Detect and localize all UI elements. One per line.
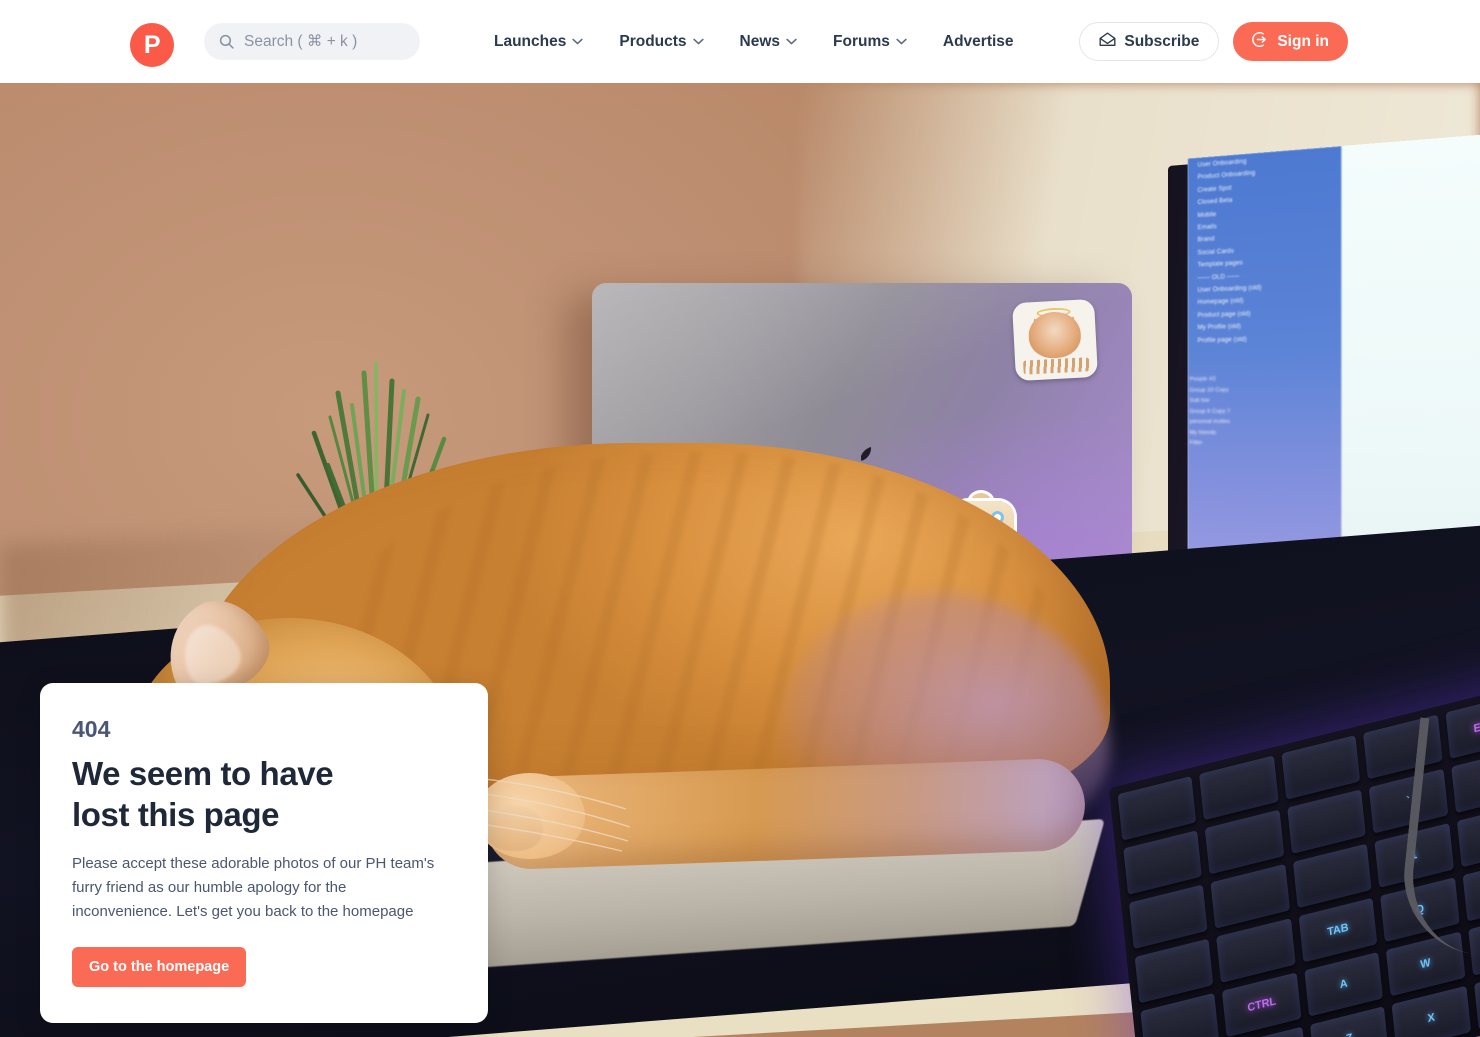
search-icon xyxy=(218,33,235,50)
nav-label-news: News xyxy=(739,32,781,50)
keyboard-key-tab: TAB xyxy=(1298,897,1378,963)
keyboard-key xyxy=(1210,863,1290,929)
nav-item-launches[interactable]: Launches xyxy=(494,32,584,51)
nav-label-forums: Forums xyxy=(833,32,890,50)
error-description: Please accept these adorable photos of o… xyxy=(72,854,435,921)
keyboard-key-a: A xyxy=(1304,952,1384,1017)
canvas-layer-item: People #3 xyxy=(1189,376,1216,383)
nav-label-products: Products xyxy=(619,32,687,50)
nav-label-advertise: Advertise xyxy=(942,32,1014,50)
site-header: P Launches Products xyxy=(0,0,1480,83)
keyboard-key xyxy=(1134,938,1214,1004)
keyboard-key xyxy=(1205,809,1285,875)
error-code: 404 xyxy=(72,716,111,742)
canvas-layer-panel: People #3 Group 10 Copy Sub bar Group 6 … xyxy=(1190,374,1259,450)
keyboard-key-d: D xyxy=(1473,965,1480,1031)
header-actions: Subscribe Sign in xyxy=(1079,22,1348,61)
page-root: P Launches Products xyxy=(0,0,1480,1037)
error-title: We seem to have lost this page xyxy=(72,755,334,833)
chevron-down-icon xyxy=(896,38,907,45)
keyboard-key xyxy=(1123,830,1203,895)
keyboard-key-x: X xyxy=(1391,985,1471,1037)
sign-in-arrow-icon xyxy=(1252,31,1269,53)
nav-item-news[interactable]: News xyxy=(740,33,798,51)
canvas-layer-item: Group 6 Copy 7 xyxy=(1189,408,1231,415)
keyboard-key xyxy=(1216,918,1296,983)
go-to-homepage-button[interactable]: Go to the homepage xyxy=(72,946,247,987)
main-navigation: Launches Products News Forums Advertise xyxy=(494,0,1014,83)
subscribe-button[interactable]: Subscribe xyxy=(1079,22,1220,61)
error-card: 404 We seem to have lost this page Pleas… xyxy=(40,683,488,1023)
search-input[interactable] xyxy=(244,32,409,51)
canvas-layer-item: Filter xyxy=(1189,440,1203,447)
logo-letter: P xyxy=(143,30,161,59)
keyboard-key xyxy=(1292,843,1372,909)
canvas-layer-item: My friends xyxy=(1189,429,1217,436)
search-box[interactable] xyxy=(204,23,420,60)
subscribe-label: Subscribe xyxy=(1124,32,1200,50)
nav-item-forums[interactable]: Forums xyxy=(833,33,907,51)
chevron-down-icon xyxy=(572,38,584,45)
canvas-layer-item: Sub bar xyxy=(1189,397,1210,405)
nav-item-advertise[interactable]: Advertise xyxy=(943,33,1014,51)
chevron-down-icon xyxy=(692,38,704,45)
product-hunt-logo[interactable]: P xyxy=(130,23,174,67)
canvas-layer-item: personal invites xyxy=(1189,419,1231,426)
keyboard-key xyxy=(1287,789,1367,854)
nav-label-launches: Launches xyxy=(494,32,567,50)
keyboard-key-ctrl: CTRL xyxy=(1222,972,1302,1037)
keyboard-key xyxy=(1128,884,1208,950)
sign-in-button[interactable]: Sign in xyxy=(1233,22,1348,61)
sticker-text-scribble xyxy=(1023,357,1090,375)
envelope-open-icon xyxy=(1099,31,1116,52)
sign-in-label: Sign in xyxy=(1277,32,1329,50)
chevron-down-icon xyxy=(786,38,797,45)
canvas-layer-item: Group 10 Copy xyxy=(1189,387,1229,394)
cat-sticker xyxy=(1012,298,1098,382)
nav-item-products[interactable]: Products xyxy=(619,32,704,51)
